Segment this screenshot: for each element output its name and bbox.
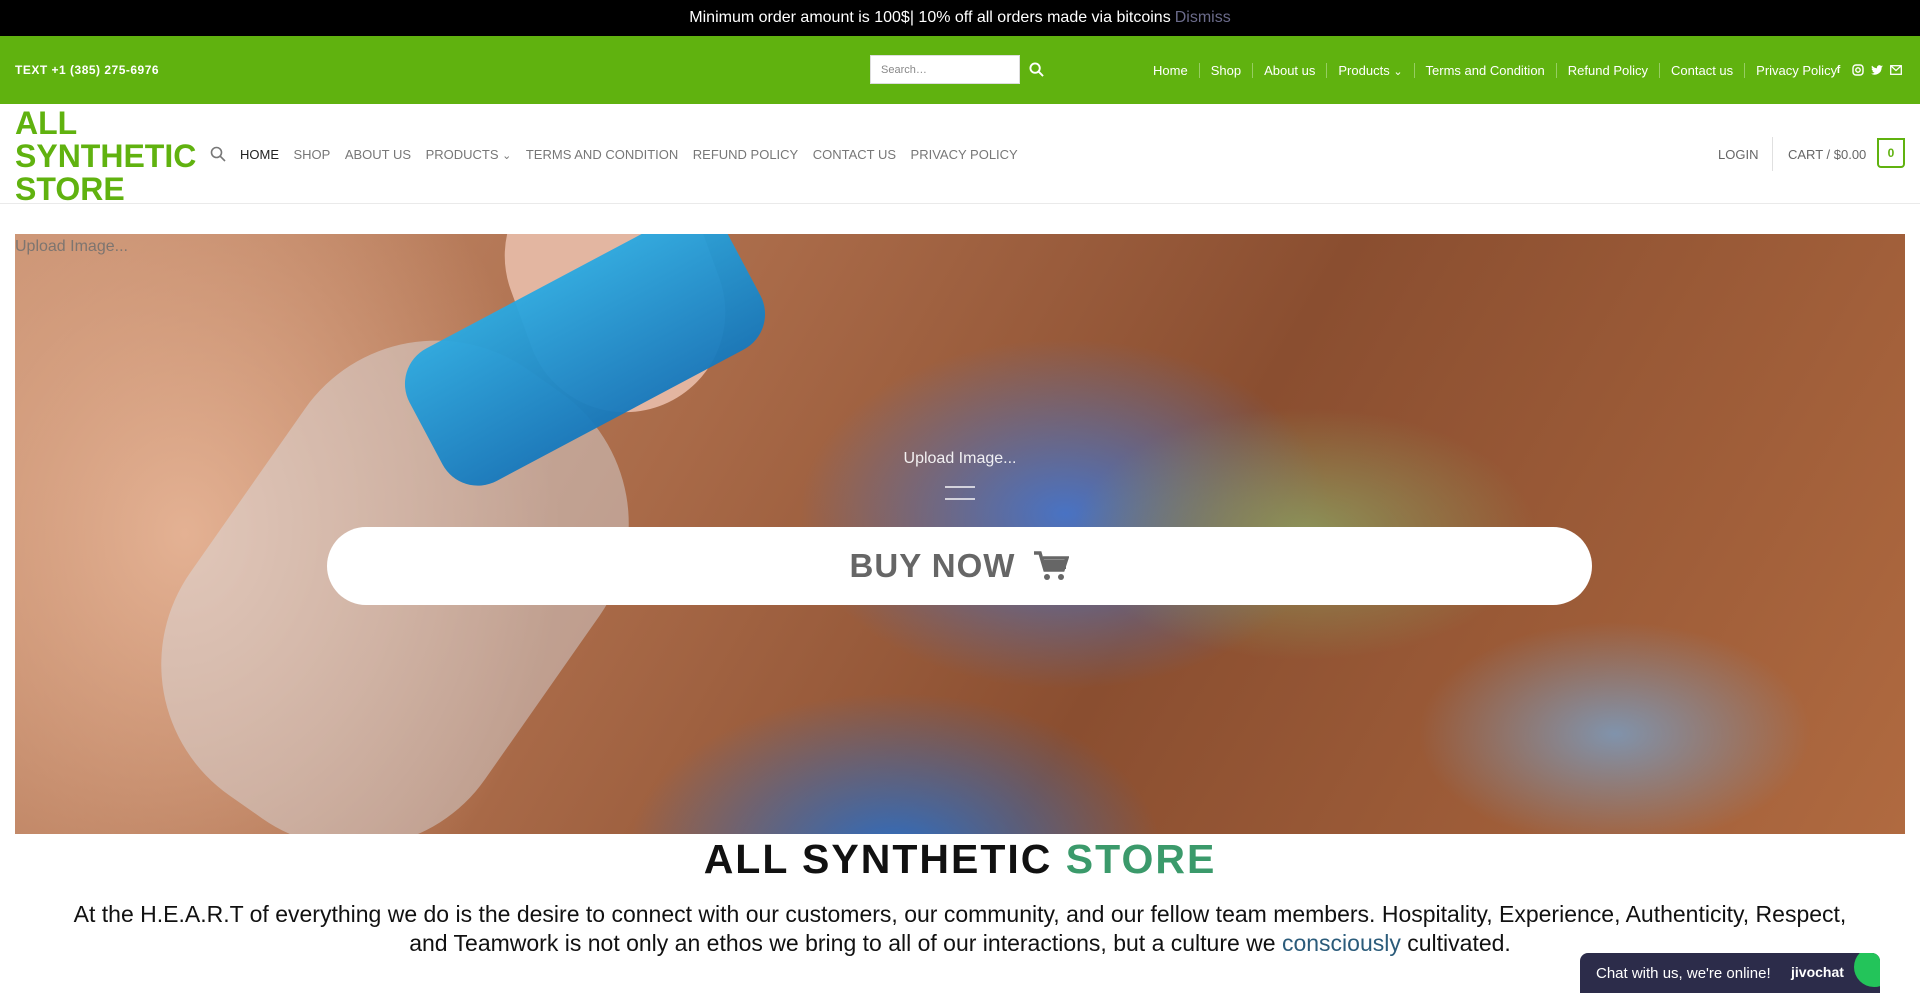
social-links: f (1832, 36, 1902, 104)
cart-count-badge[interactable]: 0 (1877, 138, 1905, 168)
nav-terms[interactable]: TERMS AND CONDITION (526, 147, 678, 162)
nav-contact[interactable]: CONTACT US (813, 147, 896, 162)
dismiss-link[interactable]: Dismiss (1175, 9, 1231, 27)
chat-status-icon (1854, 953, 1880, 987)
about-text: At the H.E.A.R.T of everything we do is … (73, 901, 1847, 956)
cart-icon (1034, 551, 1070, 580)
about-paragraph: At the H.E.A.R.T of everything we do is … (60, 900, 1860, 958)
nav-privacy[interactable]: PRIVACY POLICY (911, 147, 1018, 162)
upload-image-center: Upload Image... (903, 450, 1017, 467)
search-input[interactable]: Search… (870, 55, 1020, 84)
top-nav-terms[interactable]: Terms and Condition (1413, 62, 1556, 78)
main-header: ALL SYNTHETIC STORE HOME SHOP ABOUT US P… (0, 104, 1920, 206)
email-icon[interactable] (1889, 64, 1902, 77)
chevron-down-icon: ⌄ (1393, 65, 1403, 78)
nav-refund[interactable]: REFUND POLICY (693, 147, 798, 162)
search-icon (1028, 61, 1044, 77)
phone-text: TEXT +1 (385) 275-6976 (15, 63, 160, 77)
instagram-icon[interactable] (1851, 64, 1864, 77)
store-title: ALL SYNTHETIC STORE (0, 834, 1920, 884)
buy-now-button[interactable]: BUY NOW (327, 527, 1592, 605)
store-title-accent: STORE (1065, 836, 1217, 882)
facebook-icon[interactable]: f (1832, 64, 1845, 77)
nav-shop[interactable]: SHOP (294, 147, 331, 162)
nav-products-label: PRODUCTS (425, 146, 499, 162)
search-button[interactable] (1026, 59, 1046, 79)
consciously-link[interactable]: consciously (1282, 930, 1401, 956)
store-title-main: ALL SYNTHETIC (703, 836, 1053, 882)
top-nav: Home Shop About us Products ⌄ Terms and … (1153, 36, 1848, 104)
top-nav-contact[interactable]: Contact us (1659, 62, 1744, 78)
about-text-end: cultivated. (1407, 930, 1511, 956)
login-link[interactable]: LOGIN (1718, 104, 1758, 204)
twitter-icon[interactable] (1870, 64, 1883, 77)
upload-image-top: Upload Image... (15, 238, 128, 255)
main-nav: HOME SHOP ABOUT US PRODUCTS ⌄ TERMS AND … (210, 104, 1032, 204)
top-nav-products-label: Products (1338, 62, 1390, 78)
top-nav-refund[interactable]: Refund Policy (1555, 62, 1659, 78)
chat-text: Chat with us, we're online! (1596, 964, 1771, 982)
header-divider (1772, 137, 1773, 171)
chevron-down-icon: ⌄ (502, 149, 512, 162)
top-bar: TEXT +1 (385) 275-6976 Search… Home Shop… (0, 36, 1920, 104)
nav-products[interactable]: PRODUCTS ⌄ (426, 147, 512, 162)
nav-about[interactable]: ABOUT US (345, 147, 411, 162)
search-icon[interactable] (210, 146, 226, 162)
chat-brand: jivochat (1791, 964, 1844, 980)
top-nav-about[interactable]: About us (1252, 62, 1326, 78)
buy-now-label: BUY NOW (849, 547, 1016, 584)
top-nav-products[interactable]: Products ⌄ (1326, 62, 1413, 78)
divider-lines (945, 486, 975, 510)
cart-link[interactable]: CART / $0.00 (1788, 104, 1866, 204)
notice-text: Minimum order amount is 100$| 10% off al… (689, 9, 1171, 26)
top-nav-home[interactable]: Home (1153, 63, 1199, 78)
top-nav-shop[interactable]: Shop (1198, 62, 1252, 78)
notice-bar: Minimum order amount is 100$| 10% off al… (0, 0, 1920, 36)
nav-home[interactable]: HOME (240, 147, 279, 162)
site-logo[interactable]: ALL SYNTHETIC STORE (15, 107, 196, 206)
chat-widget[interactable]: Chat with us, we're online! jivochat (1580, 953, 1880, 993)
